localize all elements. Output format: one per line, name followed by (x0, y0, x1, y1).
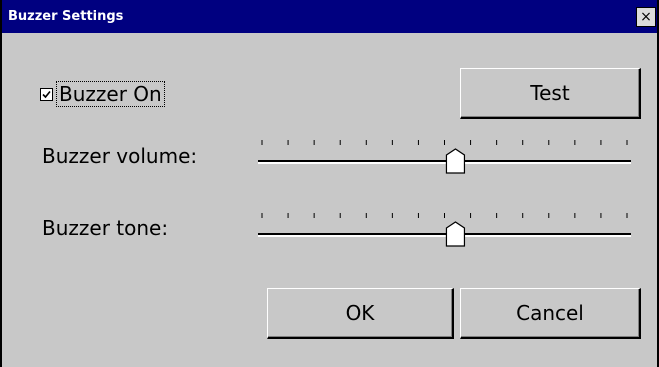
buzzer-on-label: Buzzer On (56, 81, 165, 107)
cancel-button-label: Cancel (516, 301, 584, 325)
tone-slider-thumb[interactable] (445, 221, 466, 247)
checkmark-icon (42, 90, 51, 98)
window-title: Buzzer Settings (8, 9, 124, 24)
ok-button-label: OK (345, 301, 375, 325)
volume-slider-thumb[interactable] (445, 148, 466, 174)
volume-slider-graphic (258, 140, 631, 174)
dialog-body: Buzzer On Test Buzzer volume: Buzzer ton… (2, 33, 657, 367)
buzzer-tone-slider[interactable] (258, 203, 631, 253)
test-button-label: Test (530, 81, 570, 105)
close-icon: × (640, 9, 652, 25)
close-button[interactable]: × (636, 7, 656, 27)
title-bar[interactable]: Buzzer Settings × (2, 0, 657, 33)
buzzer-settings-dialog: Buzzer Settings × Buzzer On Test Buzzer … (0, 0, 659, 367)
test-button[interactable]: Test (460, 68, 641, 119)
buzzer-volume-slider[interactable] (258, 130, 631, 180)
buzzer-on-checkbox-row[interactable]: Buzzer On (40, 81, 165, 107)
buzzer-tone-label: Buzzer tone: (42, 216, 169, 240)
buzzer-on-checkbox[interactable] (40, 87, 53, 101)
cancel-button[interactable]: Cancel (460, 288, 641, 339)
buzzer-volume-label: Buzzer volume: (42, 144, 198, 168)
tone-slider-graphic (258, 213, 631, 247)
ok-button[interactable]: OK (267, 288, 454, 339)
